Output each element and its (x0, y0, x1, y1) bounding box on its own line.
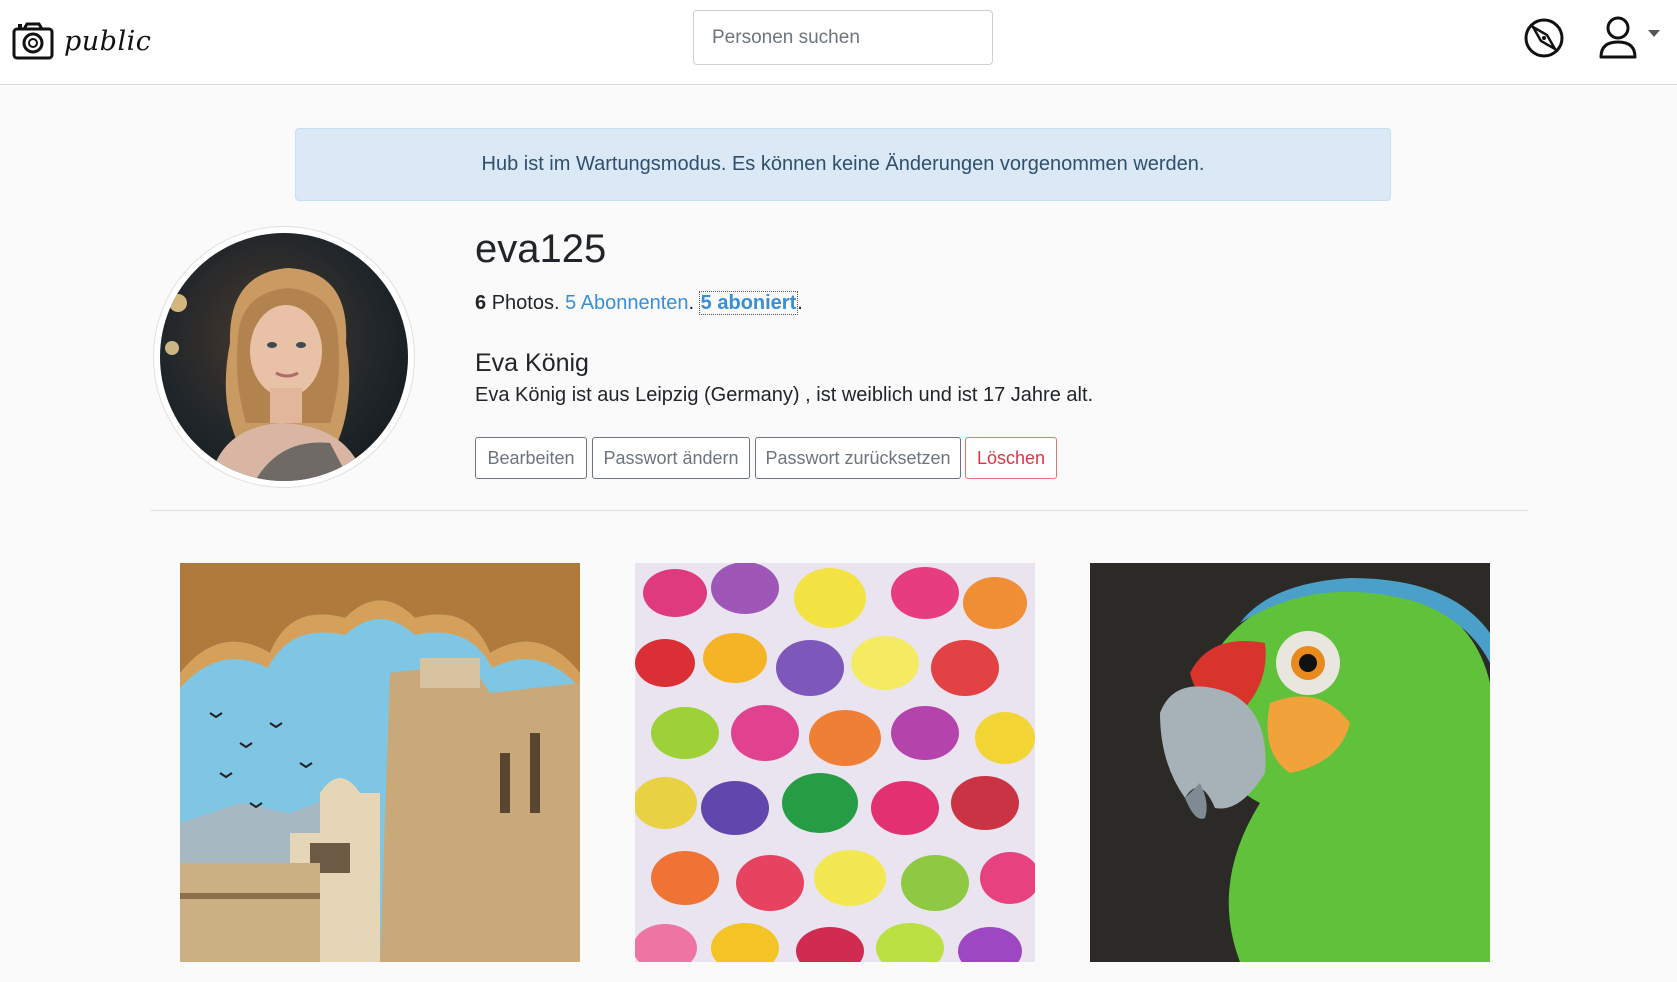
user-icon[interactable] (1598, 15, 1638, 59)
maintenance-alert: Hub ist im Wartungsmodus. Es können kein… (295, 128, 1391, 201)
profile-stats: 6 Photos. 5 Abonnenten. 5 aboniert. (475, 291, 803, 315)
avatar-image (165, 268, 365, 481)
change-password-button[interactable]: Passwort ändern (592, 437, 750, 479)
stats-separator: . (688, 292, 695, 314)
photos-label: Photos. (491, 292, 560, 314)
camera-icon (12, 22, 54, 60)
palace-image (180, 563, 580, 962)
profile-divider (151, 510, 1528, 511)
parrot-image (1090, 563, 1490, 962)
alert-text: Hub ist im Wartungsmodus. Es können kein… (481, 153, 1205, 175)
stats-separator-end: . (797, 292, 803, 314)
candies-image (635, 563, 1035, 962)
caret-down-icon[interactable] (1648, 30, 1660, 38)
profile-username: eva125 (475, 227, 607, 271)
photo-candies[interactable] (635, 563, 1035, 962)
reset-password-button[interactable]: Passwort zurücksetzen (755, 437, 961, 479)
profile-full-name: Eva König (475, 349, 589, 377)
photos-count: 6 (475, 292, 487, 314)
photo-palace[interactable] (180, 563, 580, 962)
avatar (160, 233, 408, 481)
compass-icon[interactable] (1523, 17, 1565, 59)
search-input[interactable] (693, 10, 993, 65)
edit-button[interactable]: Bearbeiten (475, 437, 587, 479)
photo-parrot[interactable] (1090, 563, 1490, 962)
followers-link[interactable]: 5 Abonnenten (565, 292, 688, 314)
delete-button[interactable]: Löschen (965, 437, 1057, 479)
top-navbar: public (0, 0, 1677, 85)
following-link[interactable]: 5 aboniert (698, 291, 799, 315)
profile-bio: Eva König ist aus Leipzig (Germany) , is… (475, 384, 1094, 406)
brand-name: public (64, 25, 152, 57)
brand-logo[interactable]: public (12, 18, 151, 64)
